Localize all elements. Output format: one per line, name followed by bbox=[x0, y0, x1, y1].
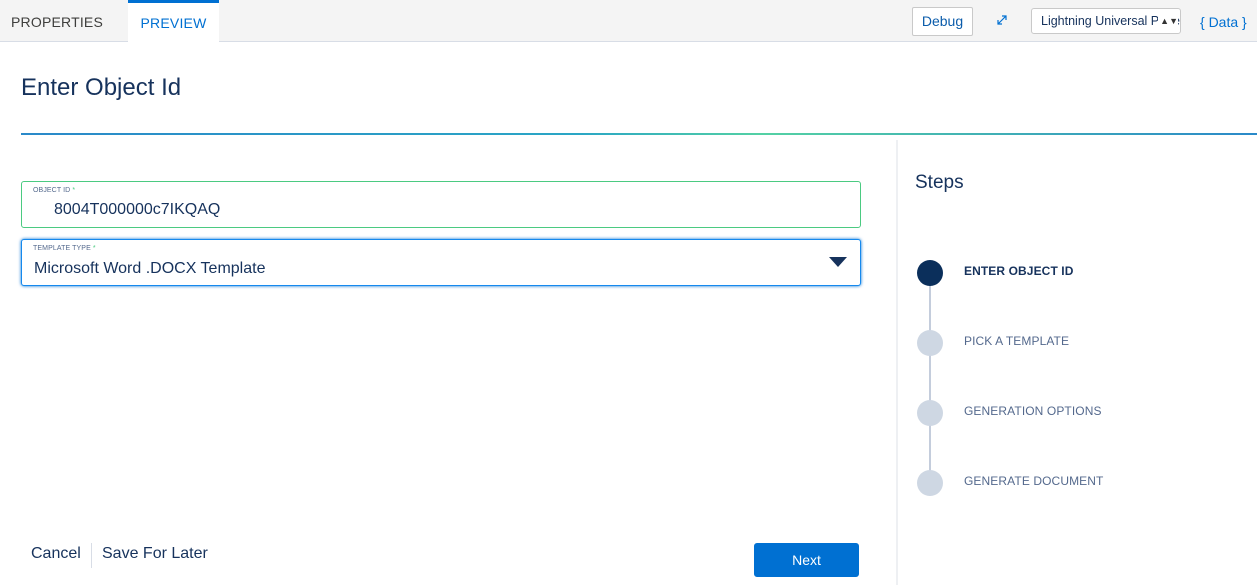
top-toolbar: PROPERTIES PREVIEW Debug Lightning Unive… bbox=[0, 0, 1257, 42]
object-id-field[interactable]: OBJECT ID * 8004T000000c7IKQAQ bbox=[21, 181, 861, 228]
device-select[interactable]: Lightning Universal Page ▲▼ bbox=[1031, 8, 1181, 34]
step-dot-pick-template bbox=[917, 330, 943, 356]
template-type-label: TEMPLATE TYPE * bbox=[33, 245, 96, 252]
required-mark: * bbox=[72, 187, 76, 194]
step-label-pick-template: PICK A TEMPLATE bbox=[964, 334, 1070, 348]
template-type-select[interactable]: TEMPLATE TYPE * Microsoft Word .DOCX Temp… bbox=[21, 239, 861, 286]
steps-title: Steps bbox=[915, 172, 964, 193]
template-type-value: Microsoft Word .DOCX Template bbox=[34, 260, 266, 277]
step-label-generation-options: GENERATION OPTIONS bbox=[964, 404, 1102, 418]
select-arrows-icon: ▲▼ bbox=[1158, 9, 1178, 33]
data-link[interactable]: { Data } bbox=[1200, 0, 1247, 42]
dropdown-arrow-icon[interactable] bbox=[829, 257, 847, 267]
debug-button[interactable]: Debug bbox=[912, 7, 973, 36]
page-title: Enter Object Id bbox=[21, 74, 182, 101]
object-id-value[interactable]: 8004T000000c7IKQAQ bbox=[54, 201, 220, 219]
steps-connector bbox=[929, 273, 931, 481]
expand-icon[interactable] bbox=[995, 13, 1009, 27]
step-label-generate-document: GENERATE DOCUMENT bbox=[964, 474, 1104, 488]
step-dot-generate-document bbox=[917, 470, 943, 496]
tab-preview[interactable]: PREVIEW bbox=[128, 0, 219, 42]
save-for-later-button[interactable]: Save For Later bbox=[102, 545, 208, 563]
step-label-enter-object-id: ENTER OBJECT ID bbox=[964, 264, 1074, 278]
object-id-label: OBJECT ID * bbox=[33, 187, 76, 194]
step-dot-enter-object-id bbox=[917, 260, 943, 286]
steps-panel bbox=[896, 140, 1257, 585]
tab-properties[interactable]: PROPERTIES bbox=[11, 0, 103, 42]
required-mark: * bbox=[92, 245, 96, 252]
cancel-button[interactable]: Cancel bbox=[31, 545, 81, 563]
title-divider bbox=[21, 133, 1257, 135]
step-dot-generation-options bbox=[917, 400, 943, 426]
footer-divider bbox=[91, 543, 92, 568]
next-button[interactable]: Next bbox=[754, 543, 859, 577]
